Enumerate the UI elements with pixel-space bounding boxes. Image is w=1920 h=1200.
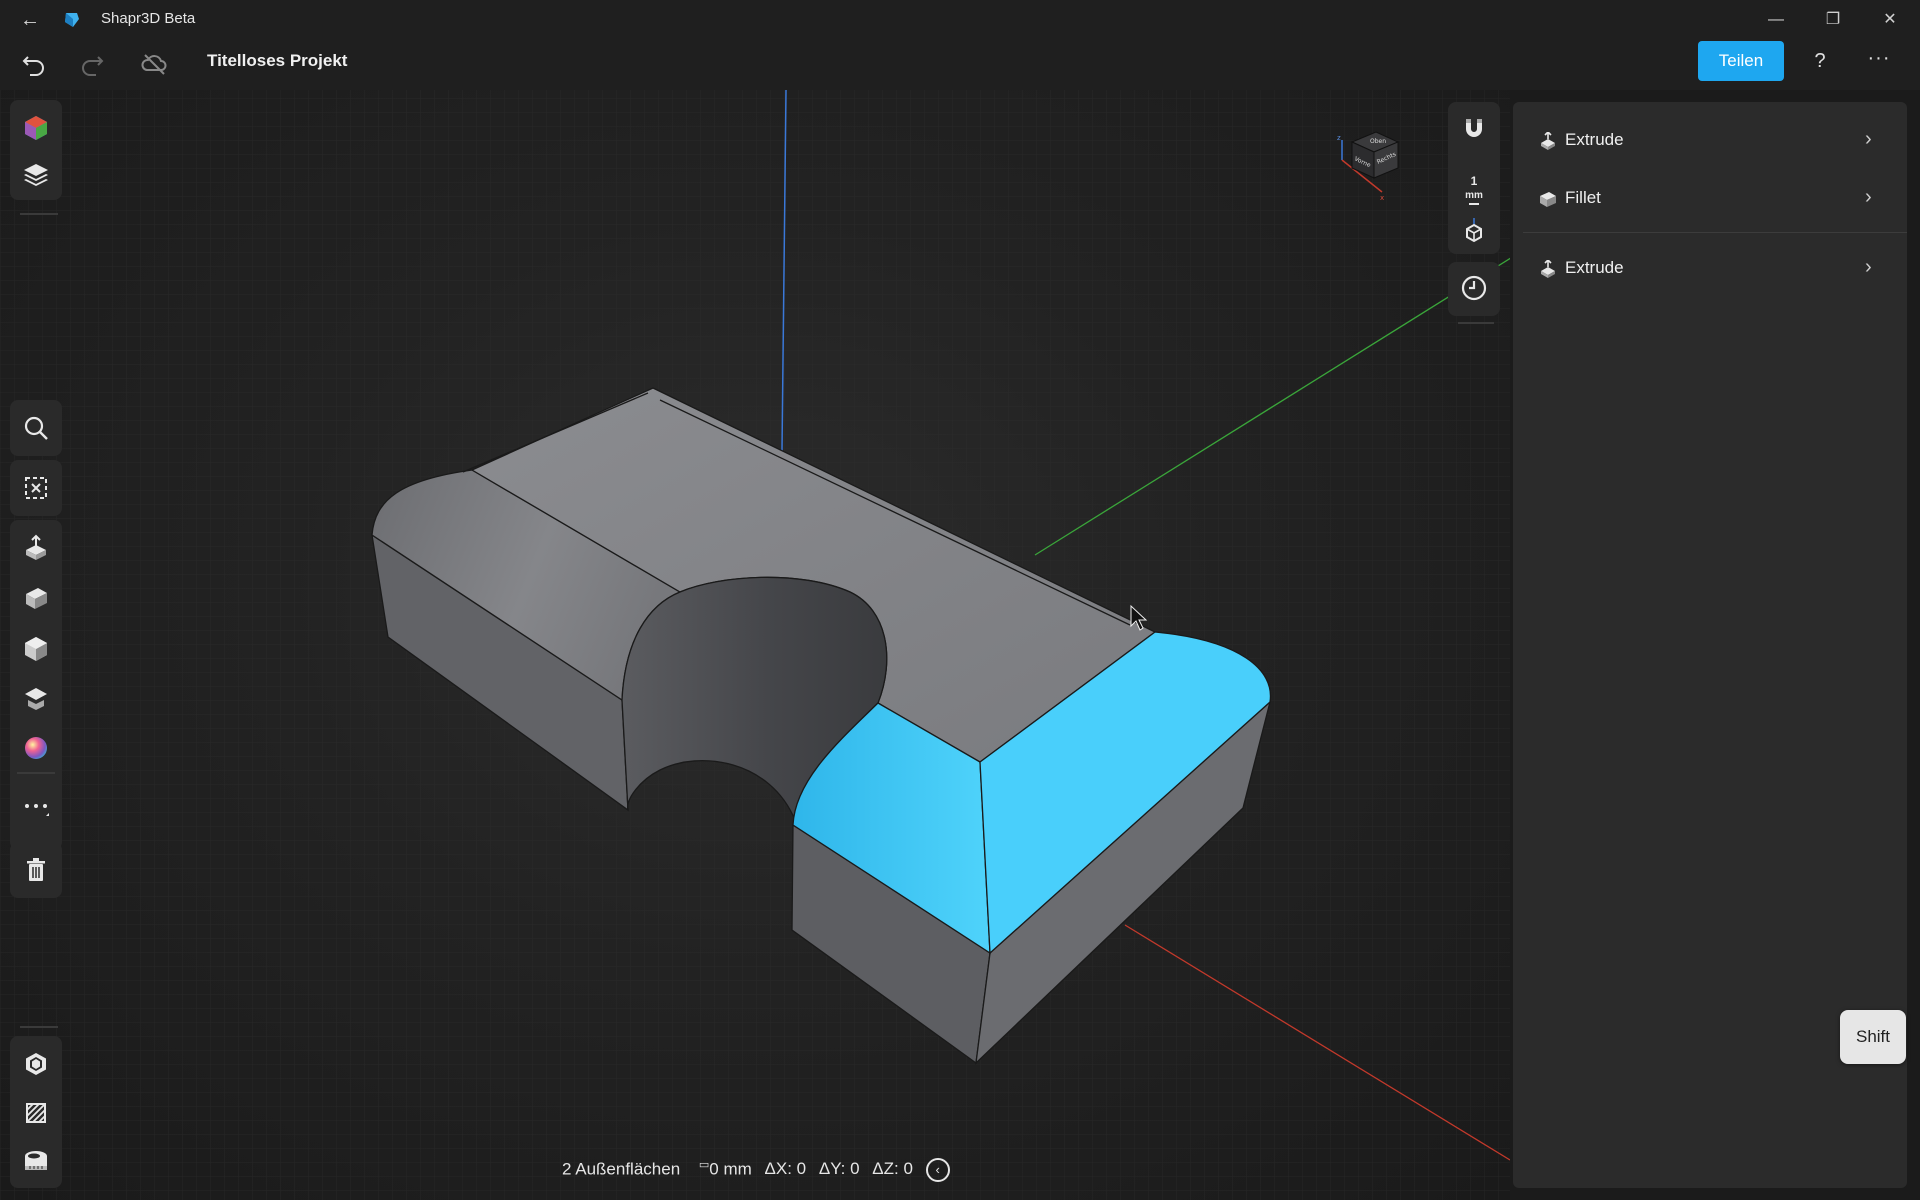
toolbar-divider: [17, 772, 55, 774]
view-cube[interactable]: Oben Rechts Vorne z x: [1332, 126, 1408, 210]
share-button[interactable]: Teilen: [1698, 41, 1784, 81]
delete-icon[interactable]: [18, 852, 54, 888]
deselect-icon[interactable]: [18, 470, 54, 506]
search-tool-group: [10, 400, 62, 456]
measure-icon[interactable]: [18, 1142, 54, 1178]
history-item-fillet[interactable]: Fillet ›: [1513, 174, 1907, 224]
appearance-icon[interactable]: [18, 730, 54, 766]
redo-icon[interactable]: [76, 48, 108, 80]
shift-key-indicator[interactable]: Shift: [1840, 1010, 1906, 1064]
view-cube-top-label: Oben: [1370, 138, 1386, 145]
history-item-label: Extrude: [1565, 258, 1624, 277]
help-button[interactable]: ?: [1803, 44, 1837, 78]
delta-z: ΔZ: 0: [872, 1159, 913, 1179]
history-item-extrude-1[interactable]: Extrude ›: [1513, 116, 1907, 166]
view-axes-icon[interactable]: [1456, 212, 1492, 248]
history-item-extrude-2[interactable]: Extrude ›: [1513, 244, 1907, 294]
fillet-icon: [1540, 192, 1556, 207]
chevron-right-icon: ›: [1865, 128, 1872, 150]
chevron-right-icon: ›: [1865, 256, 1872, 278]
history-item-label: Fillet: [1565, 188, 1601, 207]
project-title[interactable]: Titelloses Projekt: [207, 51, 347, 71]
scale-unit: mm: [1465, 190, 1483, 201]
delta-y: ΔY: 0: [818, 1159, 860, 1179]
chamfer-icon[interactable]: [18, 680, 54, 716]
right-view-toolbar: 1 mm: [1448, 102, 1500, 254]
layers-icon[interactable]: [18, 156, 54, 192]
more-options-button[interactable]: ···: [1862, 44, 1896, 78]
fillet-icon[interactable]: [18, 580, 54, 616]
deselect-tool-group: [10, 460, 62, 516]
left-top-toolbar: [10, 100, 62, 200]
extrude-icon[interactable]: [18, 530, 54, 566]
app-logo-icon: [65, 13, 79, 27]
undo-icon[interactable]: [18, 48, 50, 80]
search-icon[interactable]: [18, 410, 54, 446]
history-icon[interactable]: [1456, 270, 1492, 306]
collapse-status-icon[interactable]: ‹: [925, 1158, 950, 1182]
extrude-icon: [1541, 260, 1555, 278]
chevron-right-icon: ›: [1865, 186, 1872, 208]
distance-value: 0 mm: [709, 1159, 752, 1179]
status-bar: 2 Außenflächen ▭0 mm ΔX: 0 ΔY: 0 ΔZ: 0 ‹: [562, 1158, 950, 1182]
toolbar-divider: [1458, 322, 1494, 324]
scene-canvas[interactable]: [0, 90, 1510, 1200]
extrude-icon: [1541, 132, 1555, 150]
title-bar: ← Shapr3D Beta — ❐ ✕: [0, 0, 1920, 38]
delete-tool-group: [10, 842, 62, 898]
history-toggle-group: [1448, 262, 1500, 316]
cloud-offline-icon[interactable]: [138, 48, 170, 80]
modeling-tools-group: [10, 520, 62, 850]
3d-viewport[interactable]: Oben Rechts Vorne z x 1 mm 2 Außenfläche…: [0, 90, 1510, 1200]
sketch-cube-icon[interactable]: [18, 110, 54, 146]
selection-status: 2 Außenflächen: [562, 1159, 681, 1179]
history-item-label: Extrude: [1565, 130, 1624, 149]
visibility-icon[interactable]: [18, 1046, 54, 1082]
left-bottom-toolbar: [10, 1036, 62, 1188]
top-toolbar: Titelloses Projekt Teilen ? ···: [0, 38, 1920, 90]
restore-icon[interactable]: ❐: [1805, 4, 1861, 36]
scale-value: 1: [1470, 174, 1478, 188]
shell-icon[interactable]: [18, 630, 54, 666]
minimize-icon[interactable]: —: [1748, 4, 1804, 36]
section-icon[interactable]: [18, 1094, 54, 1130]
toolbar-divider: [20, 1026, 58, 1028]
history-divider: [1523, 232, 1907, 233]
back-arrow-icon[interactable]: ←: [18, 8, 42, 32]
snap-magnet-icon[interactable]: [1456, 110, 1492, 146]
svg-text:z: z: [1337, 134, 1341, 142]
scale-bar: [1469, 203, 1479, 205]
app-name: Shapr3D Beta: [101, 10, 196, 27]
svg-text:x: x: [1380, 194, 1384, 202]
more-tools-icon[interactable]: [18, 788, 54, 824]
toolbar-divider: [20, 213, 58, 215]
delta-x: ΔX: 0: [764, 1159, 807, 1179]
close-icon[interactable]: ✕: [1862, 4, 1918, 36]
ruler-icon: ▭: [698, 1159, 710, 1171]
